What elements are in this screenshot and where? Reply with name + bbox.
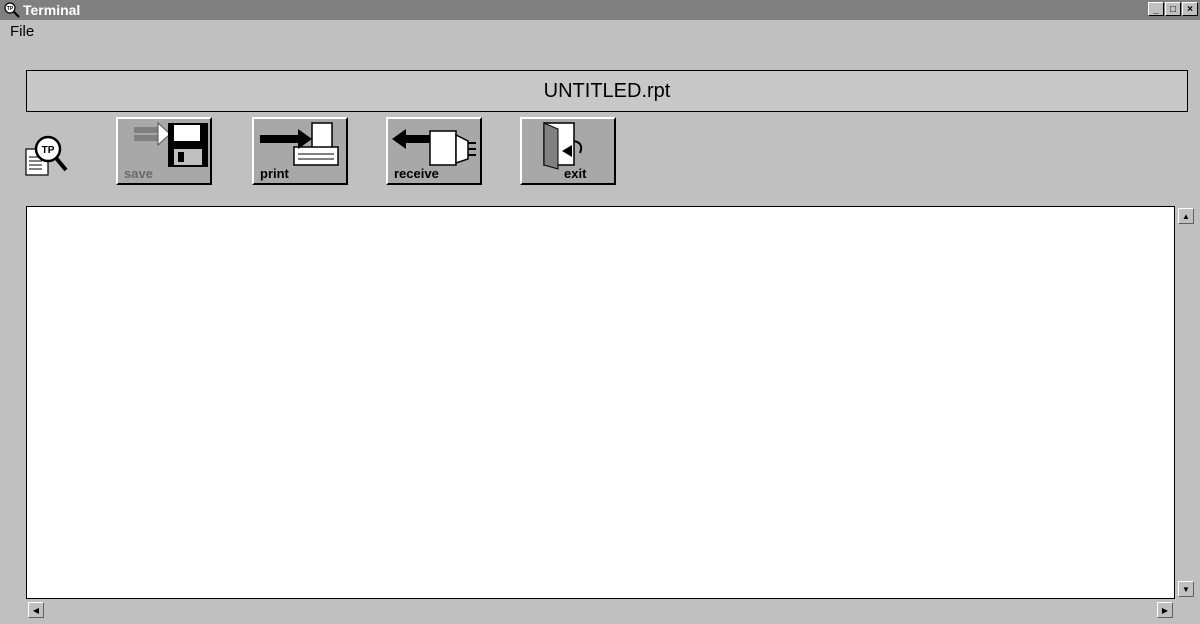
receive-label: receive xyxy=(394,166,439,181)
close-button[interactable]: × xyxy=(1182,2,1198,16)
print-label: print xyxy=(260,166,289,181)
printer-icon xyxy=(260,122,339,166)
tp-logo-text: TP xyxy=(42,145,55,156)
connector-icon xyxy=(392,129,476,166)
svg-text:TP: TP xyxy=(7,6,14,12)
exit-door-icon xyxy=(543,122,583,170)
vertical-scrollbar[interactable]: ▲ ▼ xyxy=(1175,206,1197,599)
maximize-button[interactable]: □ xyxy=(1165,2,1181,16)
exit-button[interactable]: exit xyxy=(520,117,616,185)
title-bar[interactable]: TP Terminal _ □ × xyxy=(0,0,1200,20)
menu-bar: File xyxy=(0,20,1200,42)
save-button[interactable]: save xyxy=(116,117,212,185)
app-icon: TP xyxy=(4,2,20,18)
scroll-down-button[interactable]: ▼ xyxy=(1178,581,1194,597)
toolbar: TP save print receive exit xyxy=(0,115,1200,190)
document-filename: UNTITLED.rpt xyxy=(26,70,1188,112)
horizontal-scrollbar[interactable]: ◀ ▶ xyxy=(26,599,1175,621)
exit-label: exit xyxy=(564,166,587,181)
scroll-up-button[interactable]: ▲ xyxy=(1178,208,1194,224)
minimize-button[interactable]: _ xyxy=(1148,2,1164,16)
receive-button[interactable]: receive xyxy=(386,117,482,185)
tp-logo-icon: TP xyxy=(22,135,78,179)
menu-file[interactable]: File xyxy=(10,23,34,40)
window-title: Terminal xyxy=(23,2,81,18)
save-label: save xyxy=(124,166,153,181)
scroll-right-button[interactable]: ▶ xyxy=(1157,602,1173,618)
floppy-disk-icon xyxy=(134,121,208,167)
print-button[interactable]: print xyxy=(252,117,348,185)
terminal-output-area[interactable] xyxy=(26,206,1175,599)
scroll-left-button[interactable]: ◀ xyxy=(28,602,44,618)
